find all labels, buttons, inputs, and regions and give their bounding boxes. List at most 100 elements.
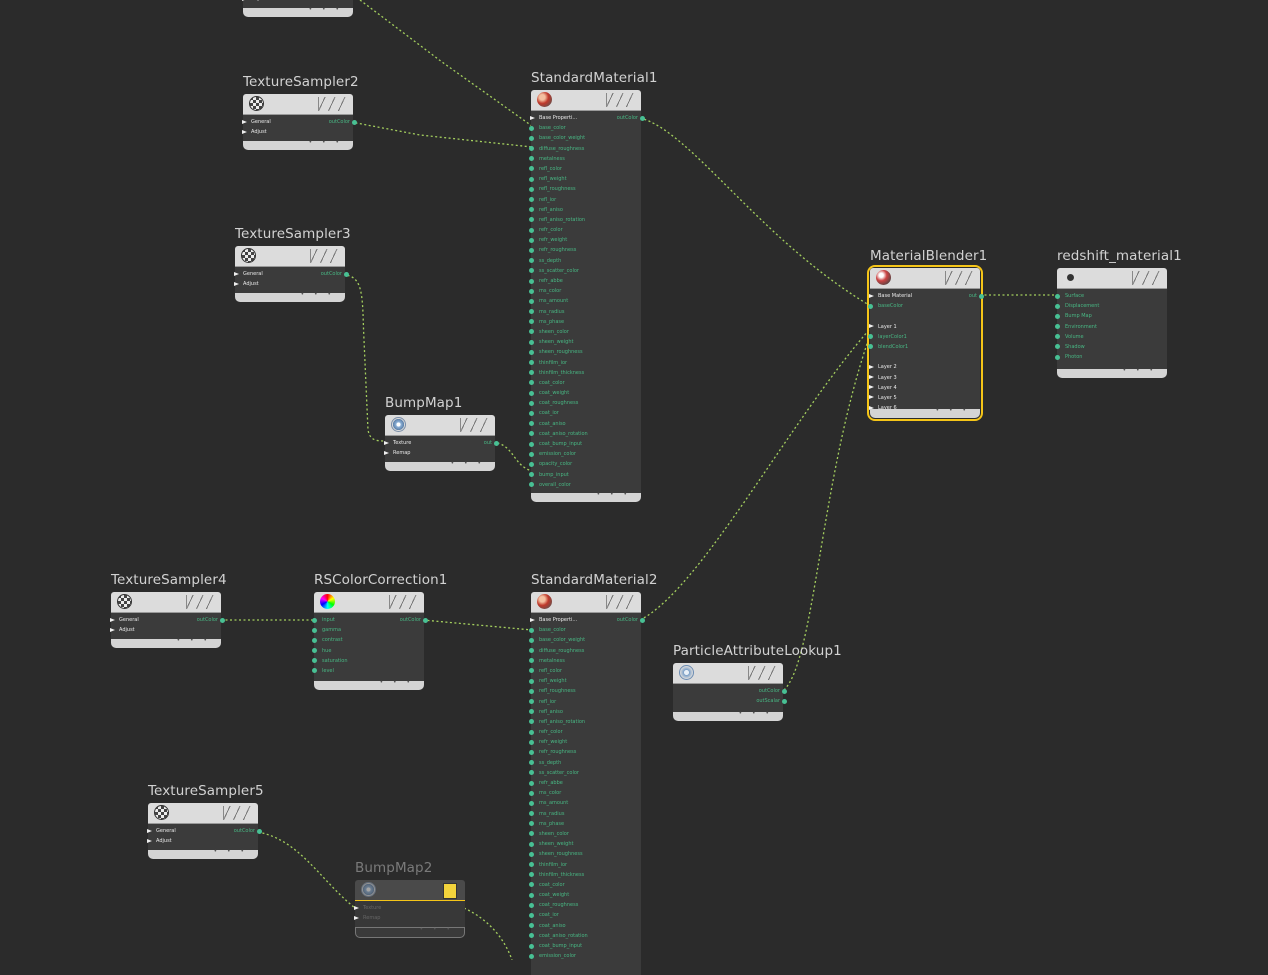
node-bump-map-2[interactable]: BumpMap2 Texture Remap <box>354 860 465 938</box>
wire-ts2-sm1[interactable] <box>350 121 533 148</box>
input-group[interactable]: Layer 3 <box>869 373 980 383</box>
input-port[interactable]: saturation <box>312 656 424 666</box>
wire-sm1-blend1[interactable] <box>639 117 870 306</box>
node-header[interactable] <box>673 663 783 684</box>
node-texture-sampler-5[interactable]: TextureSampler5 outColor General Adjust <box>147 783 264 859</box>
node-flags[interactable] <box>389 595 418 609</box>
input-port[interactable]: coat_color <box>529 378 641 388</box>
input-port[interactable]: Bump Map <box>1055 311 1167 321</box>
input-port[interactable]: refl_aniso_rotation <box>529 717 641 727</box>
input-port[interactable]: refl_ior <box>529 697 641 707</box>
input-port[interactable]: refl_weight <box>529 174 641 184</box>
input-port[interactable]: base_color <box>529 625 641 635</box>
input-port[interactable]: ms_amount <box>529 296 641 306</box>
input-group[interactable]: Base Properti... <box>530 615 641 625</box>
node-flags[interactable] <box>606 595 635 609</box>
node-header[interactable] <box>531 592 641 613</box>
input-port[interactable]: ss_scatter_color <box>529 266 641 276</box>
input-port[interactable]: overall_color <box>529 480 641 490</box>
node-flags[interactable] <box>223 806 252 820</box>
input-group[interactable]: Adjust <box>234 279 345 289</box>
input-group[interactable]: Adjust <box>147 836 258 846</box>
input-port[interactable]: baseColor <box>868 301 980 311</box>
input-port[interactable]: coat_ior <box>529 910 641 920</box>
node-texture-sampler-3[interactable]: TextureSampler3 outColor General Adjust <box>234 226 351 302</box>
node-flags[interactable] <box>318 97 347 111</box>
input-port[interactable]: layerColor1 <box>868 332 980 342</box>
wire-bump2-sm2[interactable] <box>463 907 513 960</box>
input-port[interactable]: base_color <box>529 123 641 133</box>
node-flags[interactable] <box>748 666 777 680</box>
input-group[interactable]: General <box>242 117 353 127</box>
input-port[interactable]: refl_color <box>529 164 641 174</box>
input-group[interactable]: Remap <box>384 448 495 458</box>
input-port[interactable]: refl_weight <box>529 676 641 686</box>
input-port[interactable]: refr_abbe <box>529 778 641 788</box>
wire-ts1-sm1[interactable] <box>359 0 533 127</box>
input-port[interactable]: refl_color <box>529 666 641 676</box>
input-port[interactable]: coat_aniso_rotation <box>529 931 641 941</box>
node-particle-attribute-lookup-1[interactable]: ParticleAttributeLookup1 outColor outScal… <box>673 643 842 721</box>
input-port[interactable]: Shadow <box>1055 342 1167 352</box>
input-port[interactable]: coat_color <box>529 880 641 890</box>
wire-lookup1-blend1[interactable] <box>783 337 870 691</box>
node-bump-map-1[interactable]: BumpMap1 out Texture Remap <box>384 395 500 471</box>
input-port[interactable]: level <box>312 666 424 676</box>
input-port[interactable]: refr_roughness <box>529 747 641 757</box>
wire-ts3-bump1[interactable] <box>342 274 387 442</box>
wire-cc1-sm2[interactable] <box>422 619 533 631</box>
node-standard-material-2[interactable]: StandardMaterial2 outColor Base Properti.… <box>529 572 657 975</box>
input-port[interactable]: diffuse_roughness <box>529 144 641 154</box>
node-texture-sampler-4[interactable]: TextureSampler4 outColor General Adjust <box>110 572 227 648</box>
node-header[interactable] <box>314 592 424 613</box>
input-port[interactable]: ms_phase <box>529 819 641 829</box>
input-port[interactable]: coat_aniso_rotation <box>529 429 641 439</box>
node-texture-sampler-1[interactable]: Adjust <box>242 0 353 17</box>
input-port[interactable]: coat_ior <box>529 408 641 418</box>
input-port[interactable]: ss_depth <box>529 256 641 266</box>
input-port[interactable]: bump_input <box>529 470 641 480</box>
node-header[interactable] <box>870 268 980 289</box>
input-group[interactable]: Layer 1 <box>869 322 980 332</box>
wire-bump1-sm1[interactable] <box>492 441 533 472</box>
node-flags[interactable] <box>606 93 635 107</box>
node-redshift-material-1[interactable]: redshift_material1 Surface Displacement Bu… <box>1055 248 1182 378</box>
input-group[interactable]: Adjust <box>110 625 221 635</box>
input-group[interactable]: General <box>110 615 221 625</box>
input-port[interactable]: Environment <box>1055 322 1167 332</box>
input-port[interactable]: coat_aniso <box>529 921 641 931</box>
wire-ts5-bump2[interactable] <box>257 831 356 909</box>
node-flags[interactable] <box>945 271 974 285</box>
input-port[interactable]: ms_color <box>529 788 641 798</box>
input-port[interactable]: diffuse_roughness <box>529 646 641 656</box>
input-port[interactable]: gamma <box>312 625 424 635</box>
node-material-blender-1[interactable]: MaterialBlender1 out Base Material baseCol… <box>867 248 987 421</box>
input-port[interactable]: base_color_weight <box>529 635 641 645</box>
input-port[interactable]: Volume <box>1055 332 1167 342</box>
node-header[interactable] <box>235 246 345 267</box>
node-header[interactable] <box>385 415 495 436</box>
input-port[interactable]: refr_color <box>529 727 641 737</box>
input-port[interactable]: sheen_weight <box>529 337 641 347</box>
input-port[interactable]: ms_color <box>529 286 641 296</box>
input-port[interactable]: ss_scatter_color <box>529 768 641 778</box>
input-port[interactable]: refr_abbe <box>529 276 641 286</box>
input-port[interactable]: emission_color <box>529 449 641 459</box>
input-group[interactable]: Texture <box>384 438 495 448</box>
input-port[interactable]: coat_bump_input <box>529 941 641 951</box>
input-port[interactable]: Displacement <box>1055 301 1167 311</box>
input-group[interactable]: General <box>147 826 258 836</box>
input-port[interactable]: hue <box>312 646 424 656</box>
input-port[interactable]: ms_phase <box>529 317 641 327</box>
input-port[interactable]: ms_amount <box>529 798 641 808</box>
input-port[interactable]: coat_roughness <box>529 900 641 910</box>
node-texture-sampler-2[interactable]: TextureSampler2 outColor General Adjust <box>242 74 359 150</box>
input-port[interactable]: sheen_roughness <box>529 347 641 357</box>
node-header[interactable] <box>243 94 353 115</box>
input-port[interactable]: refl_roughness <box>529 686 641 696</box>
node-header[interactable] <box>111 592 221 613</box>
input-port[interactable]: sheen_weight <box>529 839 641 849</box>
node-header[interactable] <box>355 880 465 901</box>
input-group[interactable]: Base Properti... <box>530 113 641 123</box>
node-rs-color-correction-1[interactable]: RSColorCorrection1 outColor input gamma con… <box>312 572 447 690</box>
